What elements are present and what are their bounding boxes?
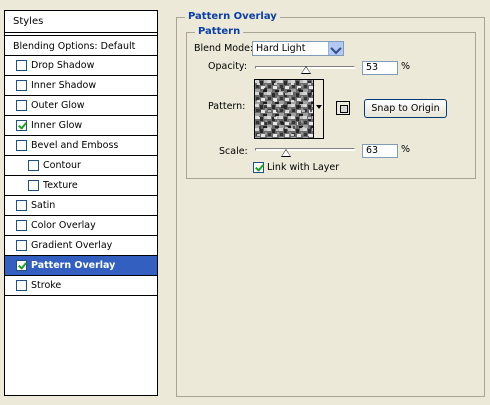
style-item-texture[interactable]: Texture bbox=[5, 176, 157, 196]
style-item-gradient-overlay[interactable]: Gradient Overlay bbox=[5, 236, 157, 256]
opacity-label: Opacity: bbox=[208, 61, 248, 72]
chevron-down-icon[interactable] bbox=[328, 42, 343, 55]
new-preset-icon[interactable] bbox=[336, 101, 350, 115]
style-item-label: Stroke bbox=[31, 280, 62, 291]
drop-shadow-checkbox[interactable] bbox=[16, 60, 27, 71]
style-item-stroke[interactable]: Stroke bbox=[5, 276, 157, 296]
pattern-texture-icon bbox=[255, 80, 313, 138]
blend-mode-label: Blend Mode: bbox=[194, 43, 254, 54]
blend-mode-select[interactable]: Hard Light bbox=[252, 41, 344, 56]
style-item-label: Pattern Overlay bbox=[31, 260, 116, 271]
snap-to-origin-button[interactable]: Snap to Origin bbox=[364, 99, 447, 118]
style-item-inner-glow[interactable]: Inner Glow bbox=[5, 116, 157, 136]
style-item-label: Texture bbox=[43, 180, 78, 191]
scale-slider-track[interactable] bbox=[255, 148, 355, 151]
inner-shadow-checkbox[interactable] bbox=[16, 80, 27, 91]
style-item-contour[interactable]: Contour bbox=[5, 156, 157, 176]
style-item-satin[interactable]: Satin bbox=[5, 196, 157, 216]
inner-glow-checkbox[interactable] bbox=[16, 120, 27, 131]
styles-list: Styles Blending Options: Default Drop Sh… bbox=[4, 10, 158, 396]
style-item-label: Bevel and Emboss bbox=[31, 140, 119, 151]
scale-unit: % bbox=[401, 144, 411, 155]
opacity-unit: % bbox=[401, 61, 411, 72]
style-item-color-overlay[interactable]: Color Overlay bbox=[5, 216, 157, 236]
style-item-label: Inner Glow bbox=[31, 120, 83, 131]
gradient-overlay-checkbox[interactable] bbox=[16, 240, 27, 251]
link-with-layer-checkbox[interactable] bbox=[253, 162, 264, 173]
style-item-outer-glow[interactable]: Outer Glow bbox=[5, 96, 157, 116]
style-item-pattern-overlay[interactable]: Pattern Overlay bbox=[5, 256, 157, 276]
pattern-overlay-checkbox[interactable] bbox=[16, 260, 27, 271]
style-item-label: Gradient Overlay bbox=[31, 240, 113, 251]
style-item-label: Color Overlay bbox=[31, 220, 96, 231]
style-item-label: Satin bbox=[31, 200, 56, 211]
contour-checkbox[interactable] bbox=[28, 160, 39, 171]
style-item-label: Drop Shadow bbox=[31, 60, 95, 71]
satin-checkbox[interactable] bbox=[16, 200, 27, 211]
opacity-slider-thumb[interactable] bbox=[301, 66, 311, 74]
opacity-input[interactable]: 53 bbox=[362, 61, 398, 75]
stroke-checkbox[interactable] bbox=[16, 280, 27, 291]
style-item-drop-shadow[interactable]: Drop Shadow bbox=[5, 56, 157, 76]
texture-checkbox[interactable] bbox=[28, 180, 39, 191]
pattern-group-title: Pattern bbox=[195, 26, 244, 37]
panel-title: Pattern Overlay bbox=[185, 11, 280, 22]
pattern-picker-button[interactable] bbox=[314, 79, 324, 139]
style-item-bevel-emboss[interactable]: Bevel and Emboss bbox=[5, 136, 157, 156]
color-overlay-checkbox[interactable] bbox=[16, 220, 27, 231]
styles-header: Styles bbox=[5, 11, 157, 33]
style-item-inner-shadow[interactable]: Inner Shadow bbox=[5, 76, 157, 96]
scale-label: Scale: bbox=[219, 146, 248, 157]
outer-glow-checkbox[interactable] bbox=[16, 100, 27, 111]
link-with-layer-label: Link with Layer bbox=[267, 162, 340, 173]
style-item-label: Inner Shadow bbox=[31, 80, 97, 91]
pattern-swatch[interactable] bbox=[254, 79, 314, 139]
blend-mode-value: Hard Light bbox=[256, 43, 306, 54]
bevel-emboss-checkbox[interactable] bbox=[16, 140, 27, 151]
style-item-label: Contour bbox=[43, 160, 81, 171]
scale-input[interactable]: 63 bbox=[362, 144, 398, 158]
style-item-label: Outer Glow bbox=[31, 100, 85, 111]
pattern-label: Pattern: bbox=[208, 101, 246, 112]
scale-slider-thumb[interactable] bbox=[281, 149, 291, 157]
blending-options-item[interactable]: Blending Options: Default bbox=[5, 35, 157, 56]
